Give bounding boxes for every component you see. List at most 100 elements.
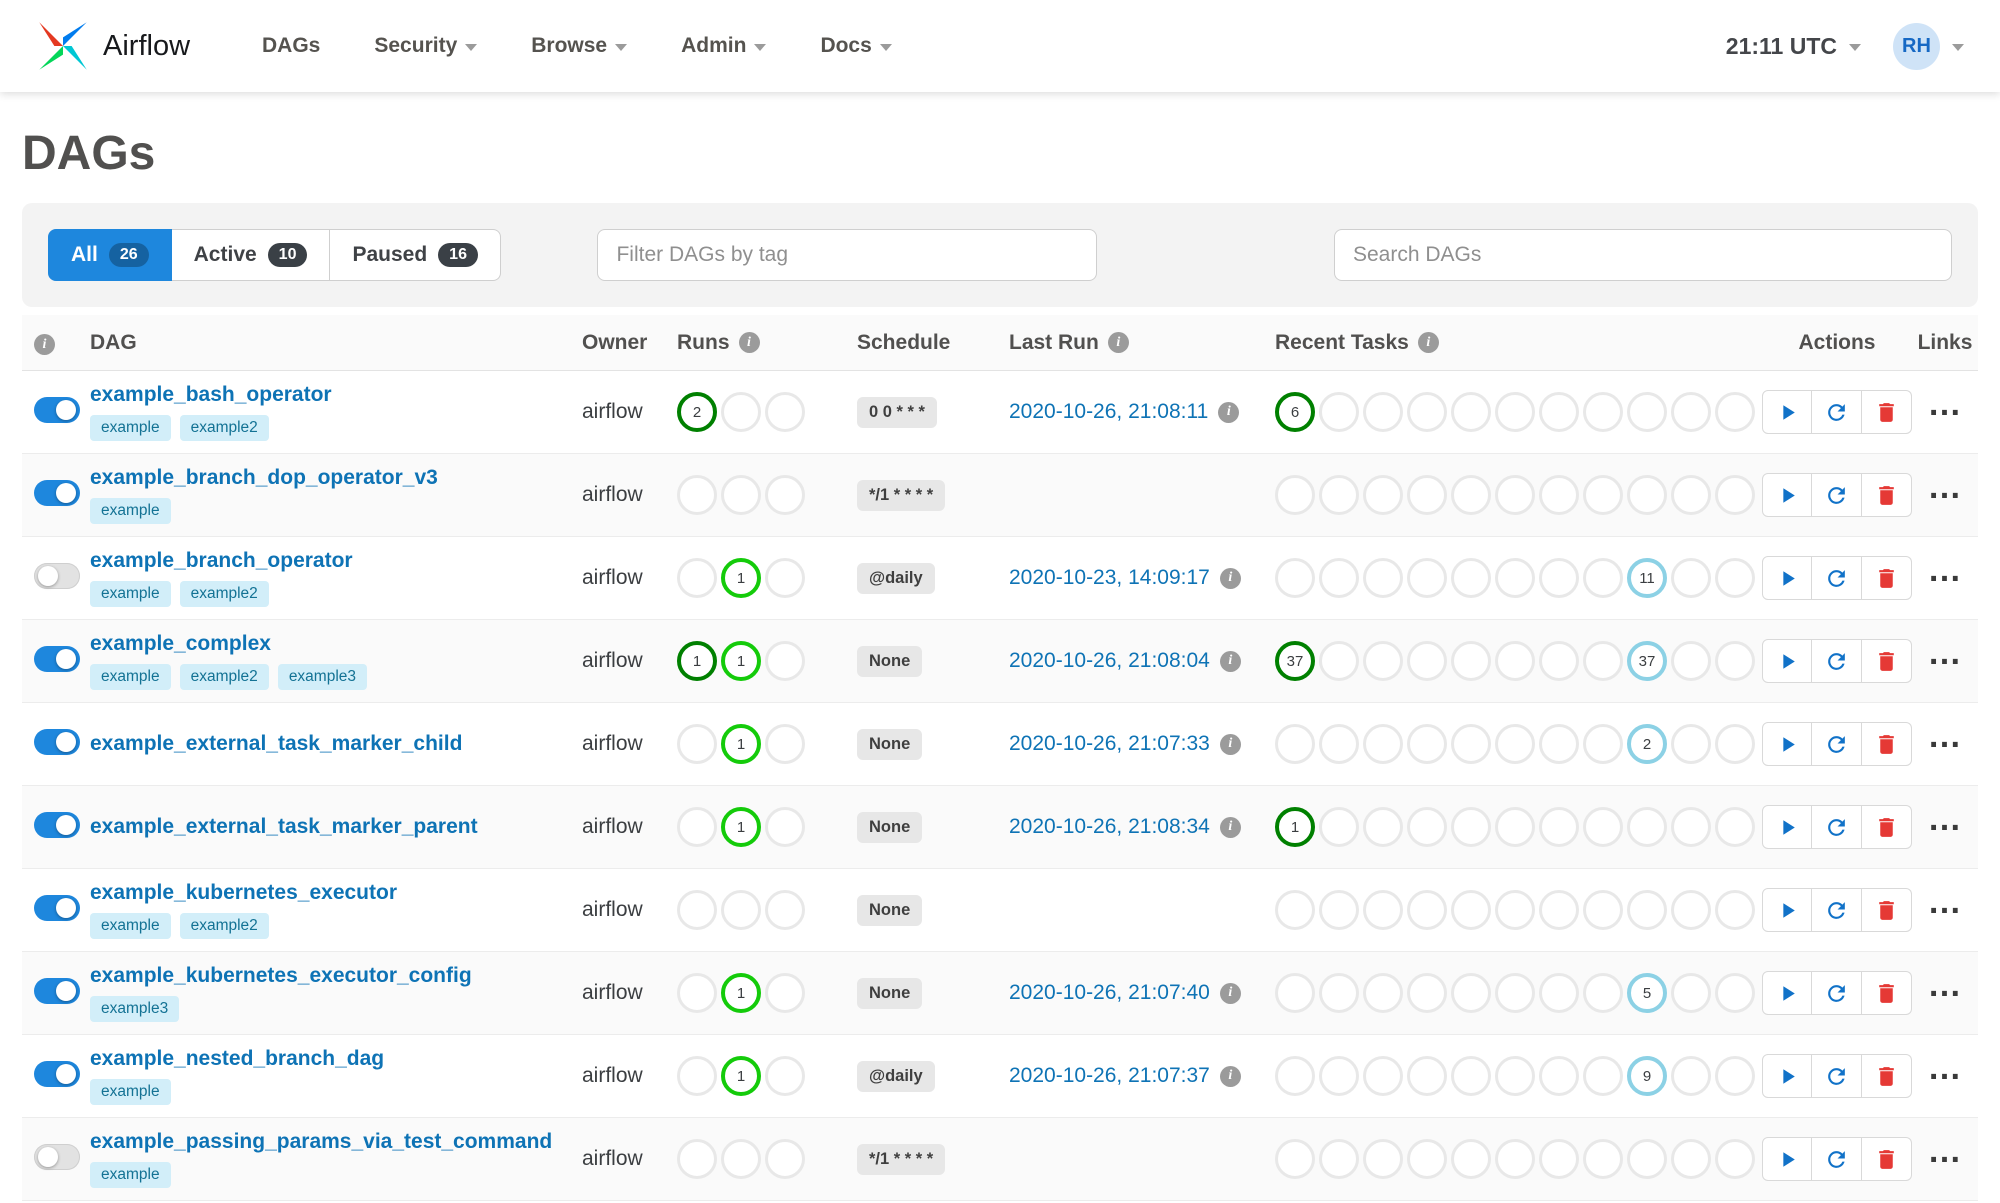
task-status-circle[interactable] [1495,973,1535,1013]
task-status-circle[interactable] [1671,1056,1711,1096]
delete-dag-button[interactable] [1862,473,1912,517]
task-status-circle[interactable]: 6 [1275,392,1315,432]
task-status-circle[interactable] [1363,475,1403,515]
task-status-circle[interactable] [1451,973,1491,1013]
dag-pause-toggle[interactable] [34,894,80,921]
run-status-circle[interactable] [765,475,805,515]
task-status-circle[interactable] [1627,807,1667,847]
delete-dag-button[interactable] [1862,971,1912,1015]
task-status-circle[interactable] [1363,724,1403,764]
refresh-dag-button[interactable] [1812,888,1862,932]
run-status-circle[interactable]: 1 [721,973,761,1013]
task-status-circle[interactable] [1363,807,1403,847]
schedule-badge[interactable]: None [857,811,923,843]
task-status-circle[interactable] [1275,1056,1315,1096]
task-status-circle[interactable] [1363,1139,1403,1179]
dag-pause-toggle[interactable] [34,562,80,589]
run-status-circle[interactable] [721,475,761,515]
task-status-circle[interactable] [1407,641,1447,681]
task-status-circle[interactable] [1583,807,1623,847]
task-status-circle[interactable] [1583,973,1623,1013]
task-status-circle[interactable] [1495,641,1535,681]
run-status-circle[interactable] [765,1056,805,1096]
task-status-circle[interactable]: 9 [1627,1056,1667,1096]
task-status-circle[interactable] [1451,1056,1491,1096]
refresh-dag-button[interactable] [1812,556,1862,600]
task-status-circle[interactable] [1671,475,1711,515]
schedule-badge[interactable]: None [857,645,923,677]
dag-pause-toggle[interactable] [34,479,80,506]
task-status-circle[interactable] [1451,1139,1491,1179]
task-status-circle[interactable] [1495,1139,1535,1179]
schedule-badge[interactable]: @daily [857,1060,935,1092]
run-status-circle[interactable] [765,558,805,598]
trigger-dag-button[interactable] [1762,1137,1812,1181]
info-icon[interactable] [1417,332,1439,353]
search-dags-input[interactable] [1334,229,1952,281]
tab-active[interactable]: Active 10 [171,229,331,281]
task-status-circle[interactable] [1363,392,1403,432]
task-status-circle[interactable] [1363,641,1403,681]
filter-tags-input[interactable] [597,229,1098,281]
dag-tag[interactable]: example [90,1162,171,1188]
task-status-circle[interactable] [1319,1139,1359,1179]
run-status-circle[interactable] [677,475,717,515]
task-status-circle[interactable] [1451,641,1491,681]
task-status-circle[interactable] [1407,558,1447,598]
task-status-circle[interactable] [1495,1056,1535,1096]
run-status-circle[interactable] [677,724,717,764]
trigger-dag-button[interactable] [1762,722,1812,766]
dag-name-link[interactable]: example_external_task_marker_child [90,732,582,756]
run-status-circle[interactable] [765,392,805,432]
task-status-circle[interactable] [1407,973,1447,1013]
task-status-circle[interactable] [1319,641,1359,681]
task-status-circle[interactable] [1539,724,1579,764]
task-status-circle[interactable]: 11 [1627,558,1667,598]
task-status-circle[interactable] [1583,724,1623,764]
nav-item-dags[interactable]: DAGs [262,34,320,58]
dag-name-link[interactable]: example_kubernetes_executor_config [90,964,582,988]
last-run-link[interactable]: 2020-10-26, 21:07:40 [1009,981,1210,1005]
airflow-brand[interactable]: Airflow [36,19,190,73]
last-run-link[interactable]: 2020-10-26, 21:08:11 [1009,400,1208,424]
task-status-circle[interactable] [1627,475,1667,515]
schedule-badge[interactable]: 0 0 * * * [857,396,937,428]
trigger-dag-button[interactable] [1762,556,1812,600]
task-status-circle[interactable] [1319,807,1359,847]
run-status-circle[interactable] [765,724,805,764]
task-status-circle[interactable] [1407,1056,1447,1096]
run-status-circle[interactable] [677,890,717,930]
dag-tag[interactable]: example3 [277,664,368,690]
dag-pause-toggle[interactable] [34,645,80,672]
task-status-circle[interactable] [1671,724,1711,764]
refresh-dag-button[interactable] [1812,805,1862,849]
delete-dag-button[interactable] [1862,888,1912,932]
task-status-circle[interactable] [1451,807,1491,847]
task-status-circle[interactable] [1539,392,1579,432]
task-status-circle[interactable] [1319,724,1359,764]
task-status-circle[interactable] [1715,890,1755,930]
run-status-circle[interactable] [677,1139,717,1179]
refresh-dag-button[interactable] [1812,722,1862,766]
task-status-circle[interactable] [1275,724,1315,764]
task-status-circle[interactable] [1583,1056,1623,1096]
dag-name-link[interactable]: example_passing_params_via_test_command [90,1130,582,1154]
schedule-badge[interactable]: */1 * * * * [857,1143,946,1175]
dag-tag[interactable]: example [90,664,171,690]
task-status-circle[interactable] [1539,475,1579,515]
trigger-dag-button[interactable] [1762,888,1812,932]
run-status-circle[interactable] [765,807,805,847]
task-status-circle[interactable] [1407,392,1447,432]
task-status-circle[interactable] [1451,890,1491,930]
schedule-badge[interactable]: @daily [857,562,935,594]
task-status-circle[interactable] [1319,475,1359,515]
run-status-circle[interactable] [765,973,805,1013]
task-status-circle[interactable] [1495,558,1535,598]
task-status-circle[interactable] [1539,641,1579,681]
run-status-circle[interactable] [677,807,717,847]
run-status-circle[interactable] [765,890,805,930]
task-status-circle[interactable] [1451,392,1491,432]
dag-name-link[interactable]: example_branch_dop_operator_v3 [90,466,582,490]
task-status-circle[interactable] [1671,807,1711,847]
utc-clock[interactable]: 21:11 UTC [1726,33,1837,60]
